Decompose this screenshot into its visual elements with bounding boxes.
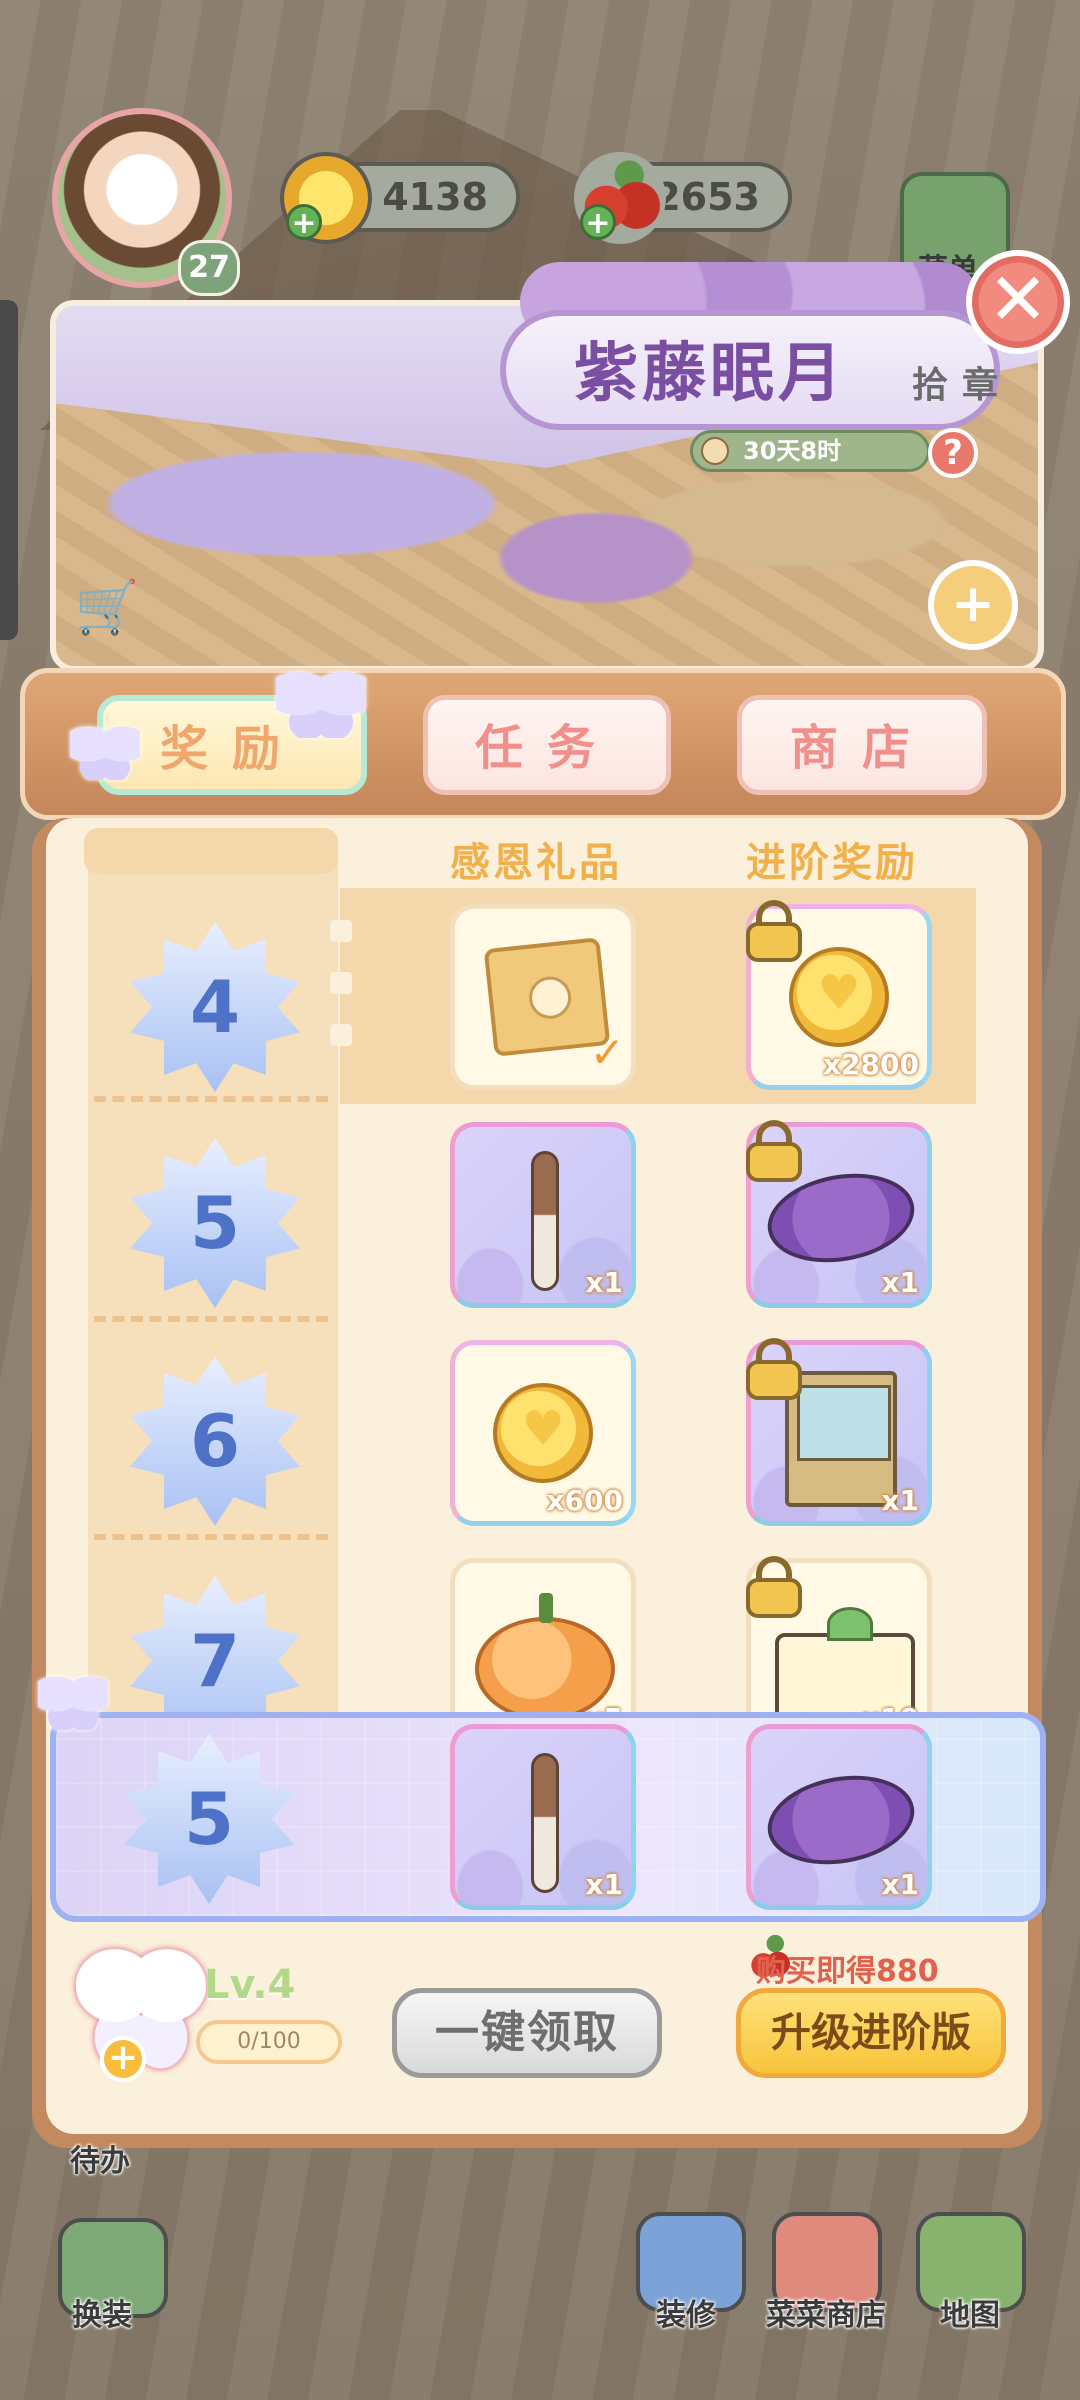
nav-veg-shop-label: 菜菜商店 bbox=[766, 2298, 886, 2333]
reward-slot-premium[interactable]: x1 bbox=[746, 1724, 932, 1910]
lock-icon bbox=[746, 900, 802, 962]
level-rail-header bbox=[84, 828, 338, 874]
nav-map-label: 地图 bbox=[940, 2298, 1000, 2333]
nav-dress-label: 换装 bbox=[72, 2298, 132, 2333]
timer-text: 30天8时 bbox=[743, 437, 842, 465]
help-button[interactable]: ? bbox=[928, 428, 978, 478]
premium-column-header: 进阶奖励 bbox=[746, 840, 918, 886]
ticket-notch bbox=[330, 1024, 352, 1046]
season-timer: 30天8时 bbox=[690, 430, 930, 472]
butterfly-decoration bbox=[276, 664, 366, 738]
cherry-amount: 2653 bbox=[654, 175, 760, 219]
claim-all-button[interactable]: 一键领取 bbox=[392, 1988, 662, 2078]
cherry-counter[interactable]: + 2653 bbox=[574, 152, 792, 244]
buy-level-button[interactable]: + bbox=[100, 2036, 146, 2082]
reward-quantity: x1 bbox=[881, 1266, 919, 1299]
xp-progress-bar: 0/100 bbox=[196, 2020, 342, 2064]
reward-quantity: x1 bbox=[881, 1484, 919, 1517]
heart-coin-icon bbox=[493, 1383, 593, 1483]
lock-icon bbox=[746, 1120, 802, 1182]
season-subtitle: 拾章 bbox=[912, 365, 1013, 406]
coin-amount: 4138 bbox=[382, 175, 488, 219]
free-column-header: 感恩礼品 bbox=[450, 840, 622, 886]
side-drawer-handle[interactable] bbox=[0, 300, 18, 640]
tab-tasks[interactable]: 任务 bbox=[423, 695, 671, 795]
add-coins-button[interactable]: + bbox=[286, 204, 322, 241]
claimed-check-icon: ✓ bbox=[589, 1028, 625, 1077]
butterfly-decoration bbox=[38, 1670, 108, 1730]
reward-slot-free[interactable]: x600 bbox=[450, 1340, 636, 1526]
dried-flower-vase-icon bbox=[531, 1151, 559, 1291]
reward-quantity: x1 bbox=[585, 1266, 623, 1299]
row-divider bbox=[94, 1534, 328, 1540]
reward-quantity: x1 bbox=[585, 1868, 623, 1901]
reward-quantity: x1 bbox=[881, 1868, 919, 1901]
upgrade-premium-button[interactable]: 升级进阶版 bbox=[736, 1988, 1006, 2078]
cart-icon[interactable]: 🛒 bbox=[72, 578, 142, 638]
purchase-bonus-note: 购买即得880 bbox=[756, 1954, 939, 1989]
zoom-icon[interactable]: + bbox=[928, 560, 1018, 650]
purple-rug-icon bbox=[760, 1764, 922, 1876]
season-title: 紫藤眠月 bbox=[574, 337, 846, 411]
nav-decorate-label: 装修 bbox=[656, 2298, 716, 2333]
row-divider bbox=[94, 1096, 328, 1102]
reward-quantity: x600 bbox=[546, 1484, 623, 1517]
tab-shop[interactable]: 商店 bbox=[737, 695, 987, 795]
reward-slot-free[interactable]: x1 bbox=[450, 1122, 636, 1308]
tab-bar: 奖励 任务 商店 bbox=[20, 668, 1066, 820]
butterfly-decoration bbox=[70, 720, 140, 780]
nav-todo-label[interactable]: 待办 bbox=[70, 2136, 130, 2180]
dried-flower-vase-icon bbox=[531, 1753, 559, 1893]
lock-icon bbox=[746, 1556, 802, 1618]
reward-quantity: x2800 bbox=[823, 1048, 919, 1081]
add-cherries-button[interactable]: + bbox=[580, 204, 616, 241]
coin-counter[interactable]: + 4138 bbox=[280, 152, 520, 244]
row-divider bbox=[94, 1316, 328, 1322]
ticket-notch bbox=[330, 920, 352, 942]
clock-icon bbox=[701, 437, 729, 465]
pass-level-label: Lv.4 bbox=[204, 1962, 296, 2008]
ticket-notch bbox=[330, 972, 352, 994]
close-button[interactable]: ✕ bbox=[966, 250, 1070, 354]
lock-icon bbox=[746, 1338, 802, 1400]
reward-slot-free[interactable]: x1 bbox=[450, 1724, 636, 1910]
heart-coin-icon bbox=[789, 947, 889, 1047]
reward-slot-free[interactable]: ✓ bbox=[450, 904, 636, 1090]
player-level-badge: 27 bbox=[178, 240, 240, 296]
